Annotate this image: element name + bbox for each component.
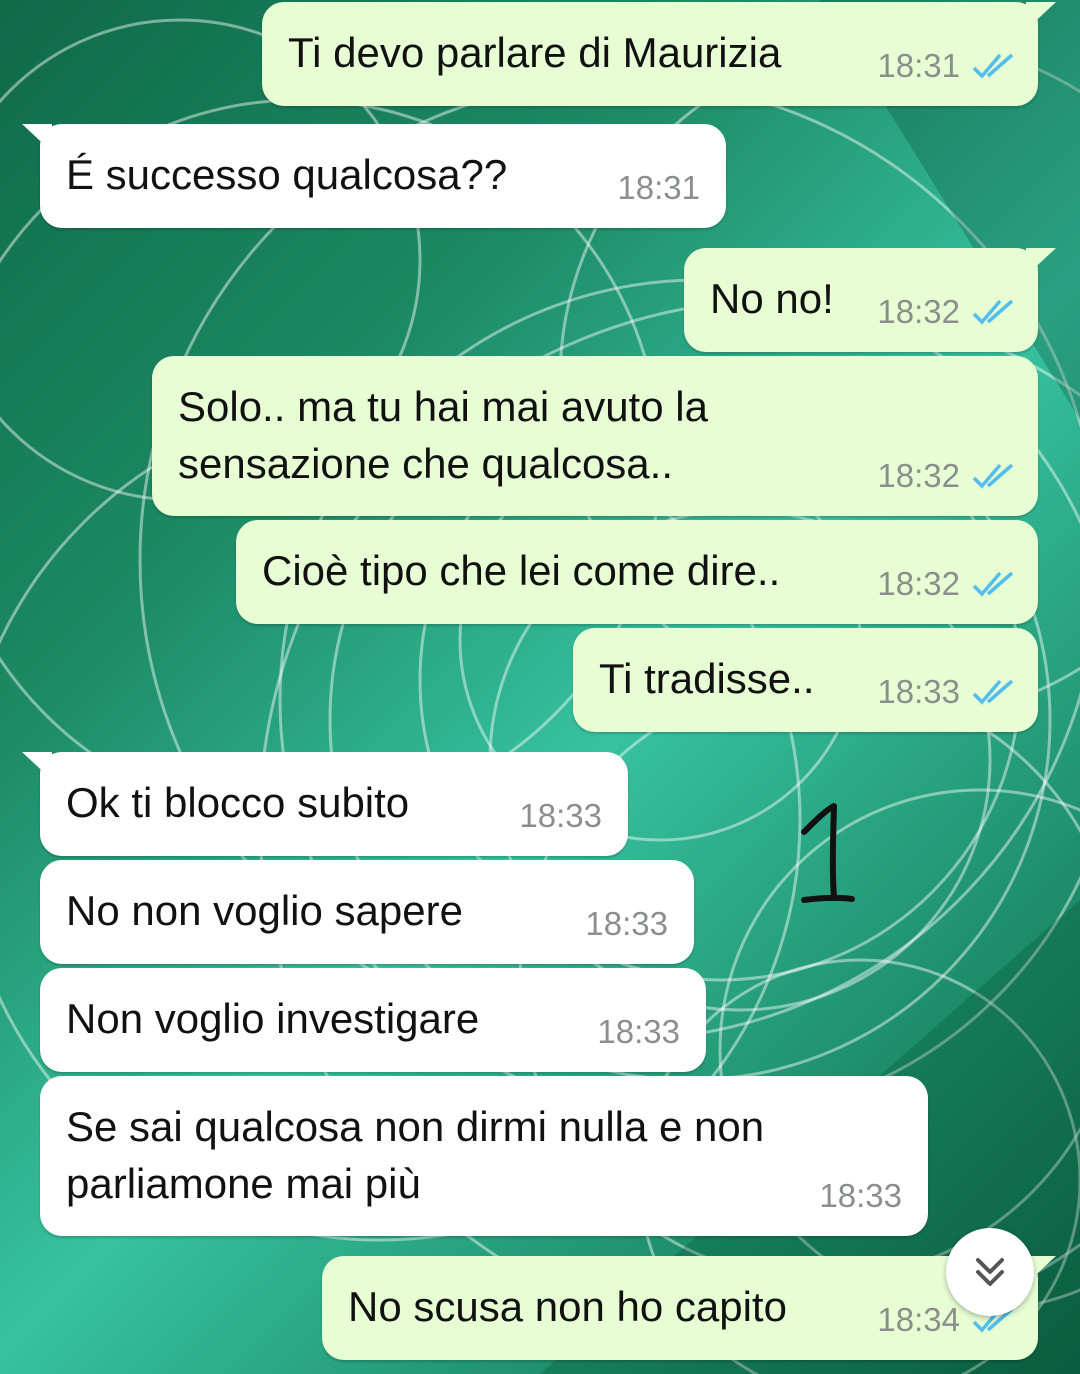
- message-text: Ti tradisse..: [599, 655, 815, 702]
- scroll-to-bottom-button[interactable]: [946, 1228, 1034, 1316]
- message-bubble-incoming[interactable]: É successo qualcosa?? 18:31: [22, 124, 726, 228]
- message-bubble-incoming[interactable]: Ok ti blocco subito 18:33: [22, 752, 628, 856]
- message-time: 18:33: [597, 1013, 680, 1050]
- message-time: 18:33: [519, 797, 602, 834]
- message-time: 18:32: [877, 457, 960, 494]
- double-check-icon: [972, 679, 1014, 705]
- message-bubble-incoming[interactable]: No non voglio sapere 18:33: [40, 860, 694, 964]
- message-text: Cioè tipo che lei come dire..: [262, 547, 781, 594]
- double-check-icon: [972, 571, 1014, 597]
- message-time: 18:34: [877, 1301, 960, 1338]
- message-time: 18:31: [877, 47, 960, 84]
- message-line: Se sai qualcosa non dirmi nulla e non: [66, 1103, 765, 1150]
- message-text: No no!: [710, 275, 834, 322]
- message-bubble-outgoing[interactable]: Solo.. ma tu hai mai avuto la sensazione…: [152, 356, 1038, 516]
- message-text: No scusa non ho capito: [348, 1283, 787, 1330]
- message-bubble-outgoing[interactable]: No scusa non ho capito 18:34: [322, 1256, 1056, 1360]
- message-line: parliamone mai più: [66, 1160, 421, 1207]
- bubble-tail: [22, 752, 52, 780]
- message-bubble-outgoing[interactable]: Ti devo parlare di Maurizia 18:31: [262, 2, 1056, 106]
- message-time: 18:33: [585, 905, 668, 942]
- bubble-tail: [22, 124, 52, 152]
- message-text: Ti devo parlare di Maurizia: [288, 29, 782, 76]
- message-text: Solo.. ma tu hai mai avuto la sensazione…: [178, 378, 708, 492]
- message-bubble-incoming[interactable]: Se sai qualcosa non dirmi nulla e non pa…: [40, 1076, 928, 1236]
- message-text: Se sai qualcosa non dirmi nulla e non pa…: [66, 1098, 764, 1212]
- message-time: 18:32: [877, 565, 960, 602]
- handwritten-annotation: 1: [801, 803, 855, 903]
- message-time: 18:33: [877, 673, 960, 710]
- double-check-icon: [972, 463, 1014, 489]
- message-time: 18:33: [819, 1177, 902, 1214]
- double-check-icon: [972, 299, 1014, 325]
- message-text: É successo qualcosa??: [66, 151, 508, 198]
- bubble-tail: [1026, 2, 1056, 30]
- message-time: 18:31: [617, 169, 700, 206]
- double-chevron-down-icon: [976, 1258, 1004, 1286]
- bubble-tail: [1026, 248, 1056, 276]
- message-line: Solo.. ma tu hai mai avuto la: [178, 383, 708, 430]
- message-time: 18:32: [877, 293, 960, 330]
- message-bubble-outgoing[interactable]: Ti tradisse.. 18:33: [573, 628, 1038, 732]
- message-bubble-incoming[interactable]: Non voglio investigare 18:33: [40, 968, 706, 1072]
- double-check-icon: [972, 53, 1014, 79]
- message-text: Ok ti blocco subito: [66, 779, 410, 826]
- message-bubble-outgoing[interactable]: No no! 18:32: [684, 248, 1056, 352]
- message-text: No non voglio sapere: [66, 887, 463, 934]
- message-text: Non voglio investigare: [66, 995, 480, 1042]
- message-line: sensazione che qualcosa..: [178, 440, 673, 487]
- message-bubble-outgoing[interactable]: Cioè tipo che lei come dire.. 18:32: [236, 520, 1038, 624]
